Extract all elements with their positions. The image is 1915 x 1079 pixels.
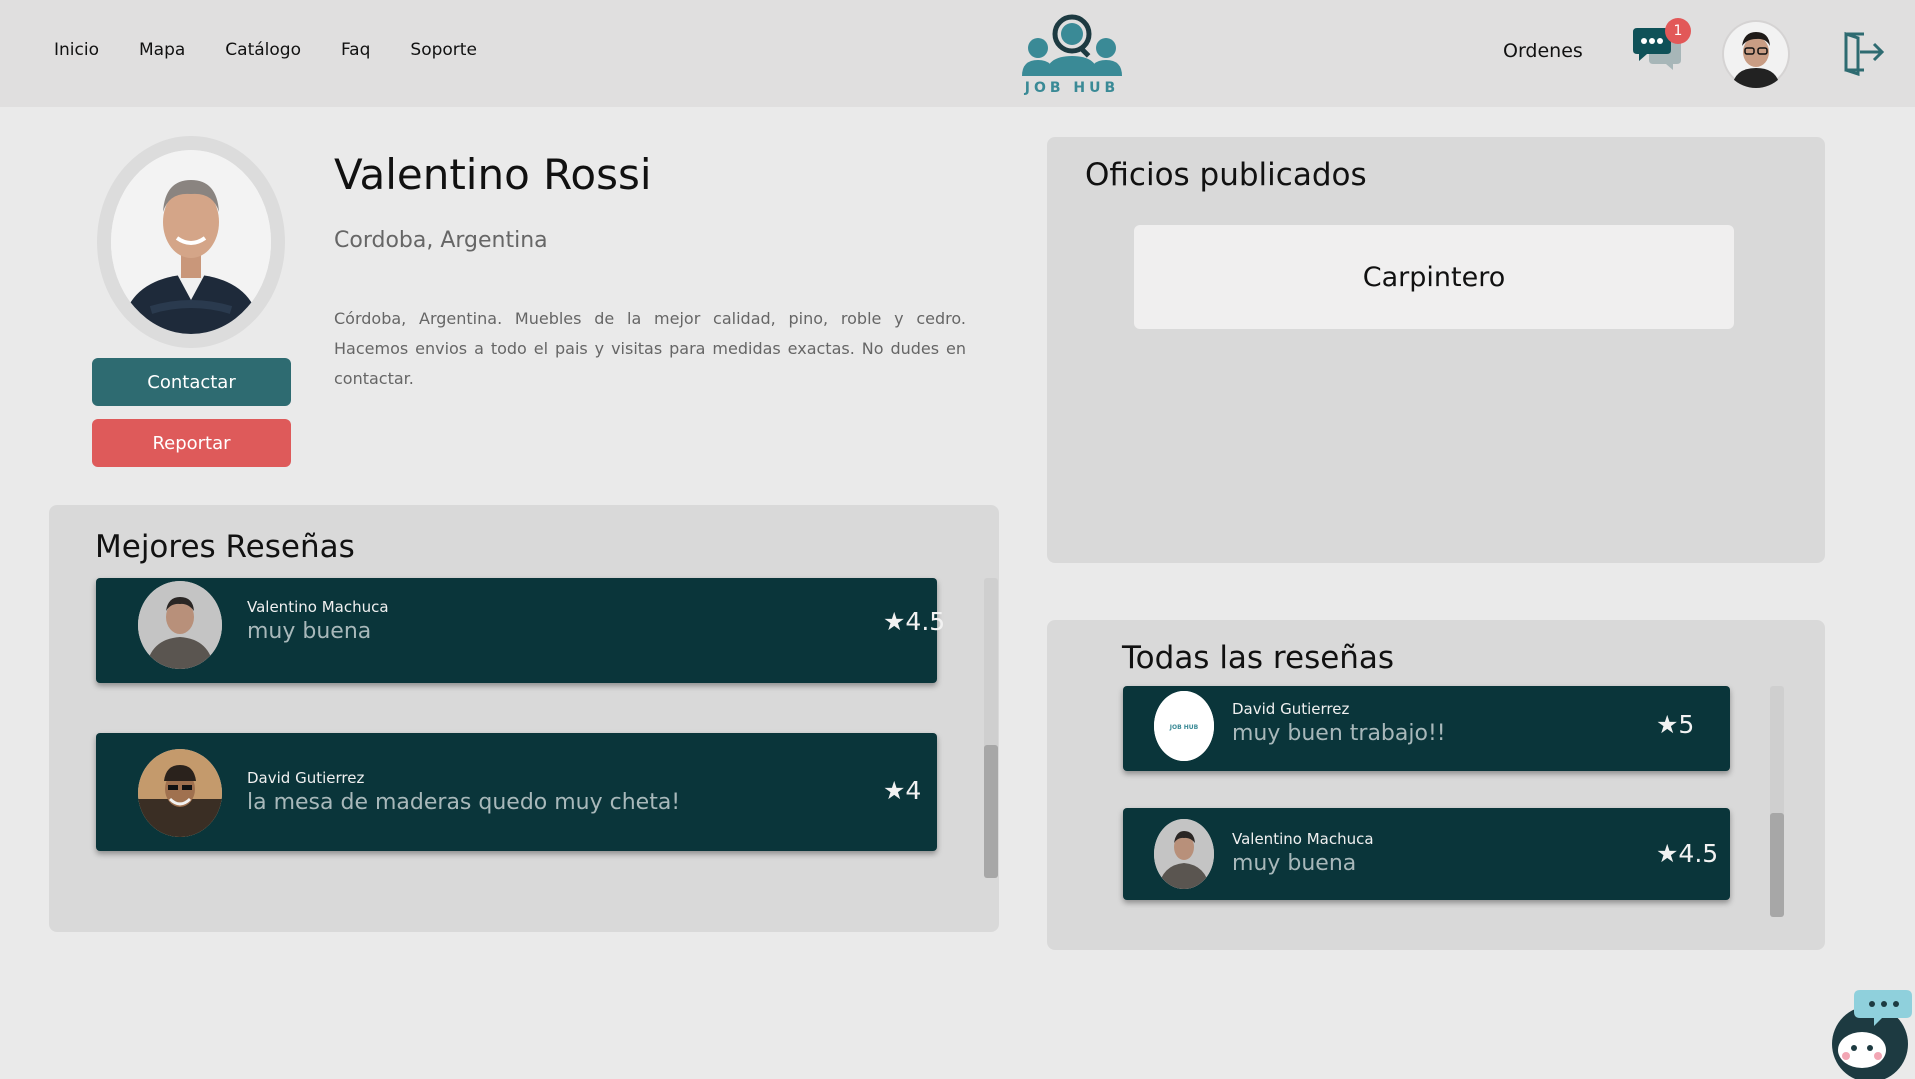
top-header: Inicio Mapa Catálogo Faq Soporte JOB HUB…: [0, 0, 1915, 107]
review-card[interactable]: David Gutierrez la mesa de maderas quedo…: [96, 733, 937, 851]
review-card[interactable]: JOB HUB David Gutierrez muy buen trabajo…: [1123, 686, 1730, 771]
nav-item-soporte[interactable]: Soporte: [410, 40, 477, 60]
nav-item-catalogo[interactable]: Catálogo: [225, 40, 301, 60]
best-reviews-title: Mejores Reseñas: [95, 529, 355, 565]
nav-item-mapa[interactable]: Mapa: [139, 40, 185, 60]
all-reviews-panel: Todas las reseñas JOB HUB David Gutierre…: [1047, 620, 1825, 950]
logout-icon[interactable]: [1838, 28, 1886, 77]
job-hub-logo-icon: [1022, 14, 1122, 76]
review-text: muy buena: [1232, 851, 1357, 876]
profile-photo-image: [111, 150, 271, 334]
user-avatar-image: [1724, 22, 1788, 88]
svg-text:JOB HUB: JOB HUB: [1169, 724, 1199, 731]
profile-name: Valentino Rossi: [334, 150, 652, 199]
main-nav: Inicio Mapa Catálogo Faq Soporte: [54, 40, 477, 60]
review-card[interactable]: Valentino Machuca muy buena ★4.5: [96, 578, 945, 683]
reviewer-name: Valentino Machuca: [247, 598, 389, 616]
reviewer-name: Valentino Machuca: [1232, 830, 1374, 848]
all-reviews-scroll-thumb[interactable]: [1770, 813, 1784, 917]
job-hub-logo[interactable]: JOB HUB: [1016, 10, 1128, 100]
best-reviews-scroll-thumb[interactable]: [984, 745, 998, 878]
reviewer-name: David Gutierrez: [247, 769, 365, 787]
nav-item-inicio[interactable]: Inicio: [54, 40, 99, 60]
review-rating: ★4.5: [883, 607, 946, 636]
review-card[interactable]: Valentino Machuca muy buena ★4.5: [1123, 808, 1730, 900]
all-reviews-scrollbar[interactable]: [1770, 686, 1784, 917]
reviewer-avatar: JOB HUB: [1154, 691, 1214, 761]
review-text: la mesa de maderas quedo muy cheta!: [247, 790, 681, 815]
chat-notification-badge: 1: [1665, 18, 1691, 44]
reviewer-name: David Gutierrez: [1232, 700, 1350, 718]
reviewer-avatar: [138, 581, 222, 669]
review-text: muy buena: [247, 619, 372, 644]
profile-description: Córdoba, Argentina. Muebles de la mejor …: [334, 309, 966, 388]
logo-text: JOB HUB: [1024, 80, 1120, 96]
review-rating: ★5: [1656, 710, 1695, 739]
orders-link[interactable]: Ordenes: [1503, 40, 1583, 62]
reviewer-avatar: [138, 749, 222, 837]
nav-item-faq[interactable]: Faq: [341, 40, 370, 60]
review-rating: ★4: [883, 776, 922, 805]
profile-location: Cordoba, Argentina: [334, 228, 548, 253]
reviewer-avatar: [1154, 819, 1214, 889]
best-reviews-panel: Mejores Reseñas Valentino Machuca muy bu…: [49, 505, 999, 932]
report-button[interactable]: Reportar: [92, 419, 291, 467]
published-trades-title: Oficios publicados: [1085, 157, 1367, 193]
best-reviews-scrollbar[interactable]: [984, 578, 998, 878]
profile-photo: [97, 136, 285, 348]
trade-card[interactable]: Carpintero: [1134, 225, 1734, 329]
published-trades-panel: Oficios publicados Carpintero: [1047, 137, 1825, 563]
chatbot-mascot-icon[interactable]: [1822, 986, 1915, 1079]
review-rating: ★4.5: [1656, 839, 1719, 868]
user-avatar[interactable]: [1722, 20, 1790, 88]
all-reviews-title: Todas las reseñas: [1122, 640, 1395, 676]
review-text: muy buen trabajo!!: [1232, 721, 1446, 746]
contact-button[interactable]: Contactar: [92, 358, 291, 406]
